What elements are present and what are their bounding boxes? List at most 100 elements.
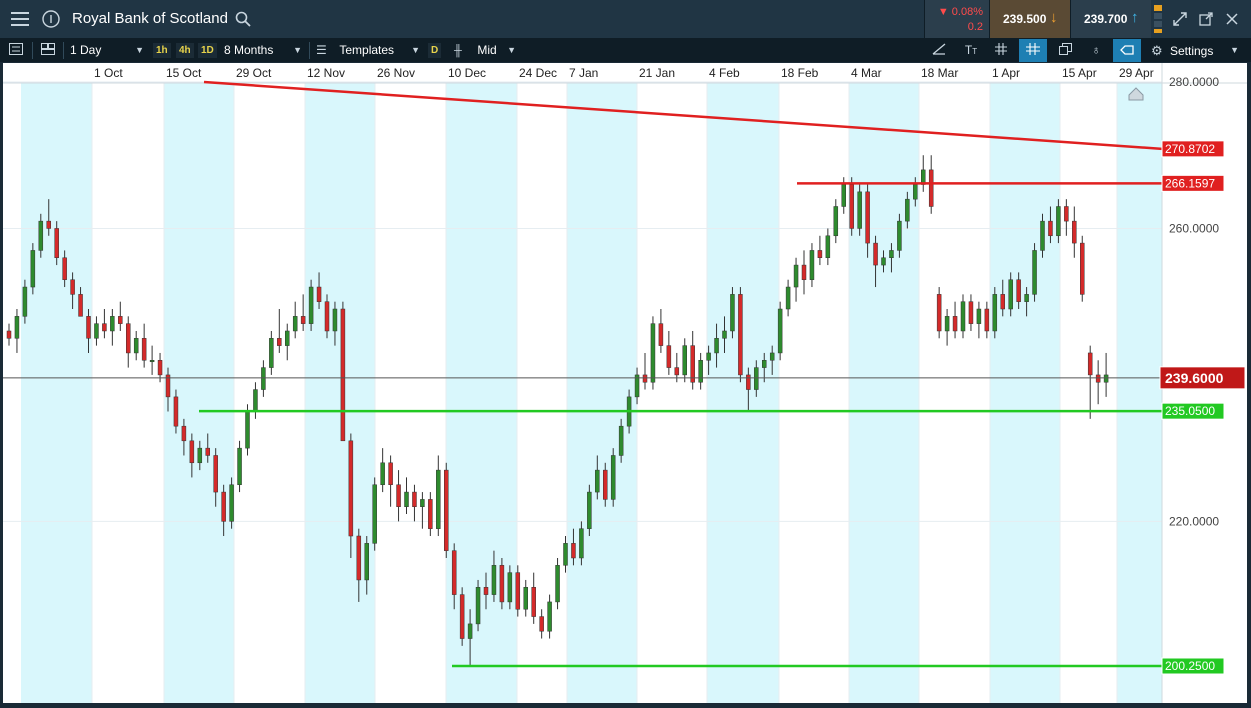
date-bands bbox=[21, 83, 1162, 703]
candle-body bbox=[905, 198, 910, 222]
range-select[interactable]: 8 Months ▼ bbox=[224, 39, 304, 62]
text-tool-icon[interactable]: TT bbox=[958, 39, 984, 62]
candle-body bbox=[777, 308, 783, 354]
candle-body bbox=[189, 440, 195, 464]
candle-body bbox=[785, 286, 791, 310]
candle-body bbox=[825, 235, 831, 258]
copy-icon[interactable] bbox=[1053, 39, 1077, 62]
candle-body bbox=[475, 587, 481, 625]
candle-body bbox=[1008, 279, 1013, 310]
candle-body bbox=[603, 469, 608, 500]
search-icon[interactable] bbox=[231, 7, 255, 31]
settings-button[interactable]: ⚙ Settings ▼ bbox=[1151, 39, 1241, 62]
candle-body bbox=[181, 425, 187, 442]
candle-body bbox=[650, 323, 656, 383]
y-tick-label: 280.0000 bbox=[1169, 75, 1219, 89]
candle-body bbox=[523, 587, 528, 610]
candle-body bbox=[285, 330, 290, 346]
date-band bbox=[567, 83, 637, 703]
chevron-down-icon: ▼ bbox=[1230, 45, 1239, 55]
list-icon[interactable] bbox=[6, 39, 26, 62]
quick-interval-1h[interactable]: 1h bbox=[153, 43, 171, 58]
candle-body bbox=[1103, 374, 1109, 383]
toolbar-divider bbox=[32, 42, 33, 59]
candle-body bbox=[141, 338, 147, 361]
candle-body bbox=[1032, 250, 1037, 295]
buy-button[interactable]: 239.700 ↑ bbox=[1070, 0, 1151, 38]
x-tick-label: 4 Mar bbox=[851, 66, 882, 80]
x-tick-label: 15 Apr bbox=[1062, 66, 1097, 80]
templates-button[interactable]: ☰ Templates ▼ bbox=[316, 39, 422, 62]
price-badge-label: 266.1597 bbox=[1165, 176, 1215, 190]
instrument-title: Royal Bank of Scotland bbox=[72, 10, 228, 27]
candle-body bbox=[698, 360, 703, 383]
candle-body bbox=[984, 308, 990, 332]
expand-icon[interactable] bbox=[1168, 7, 1192, 31]
candle-body bbox=[364, 543, 369, 581]
x-tick-label: 29 Oct bbox=[236, 66, 272, 80]
candle-body bbox=[102, 323, 107, 332]
candle-body bbox=[1040, 220, 1045, 251]
menu-icon[interactable] bbox=[8, 7, 32, 31]
candle-body bbox=[1048, 220, 1053, 237]
candle-body bbox=[674, 367, 680, 376]
candle-body bbox=[722, 330, 727, 339]
price-type-select[interactable]: ╫ Mid ▼ bbox=[454, 39, 518, 62]
candle-body bbox=[404, 491, 409, 507]
grid-icon[interactable] bbox=[990, 39, 1012, 62]
candle-body bbox=[459, 594, 465, 639]
sell-button[interactable]: 239.500 ↓ bbox=[989, 0, 1070, 38]
chart-area[interactable]: 1 Oct 15 Oct 29 Oct 12 Nov 26 Nov 10 Dec 24 De… bbox=[3, 63, 1247, 703]
candle-body bbox=[110, 316, 115, 332]
candle-body bbox=[730, 294, 735, 332]
candle-body bbox=[237, 447, 242, 486]
candle-body bbox=[340, 308, 346, 442]
toolbar-divider bbox=[309, 42, 310, 59]
candle-body bbox=[197, 447, 203, 464]
popout-icon[interactable] bbox=[1194, 7, 1218, 31]
candle-body bbox=[762, 360, 767, 368]
close-icon[interactable] bbox=[1220, 7, 1244, 31]
info-icon[interactable] bbox=[39, 7, 63, 31]
candle-body bbox=[833, 206, 839, 237]
candle-body bbox=[499, 565, 505, 603]
candle-body bbox=[292, 316, 298, 332]
price-badge-label: 270.8702 bbox=[1165, 142, 1215, 156]
candlestick-chart[interactable]: 1 Oct 15 Oct 29 Oct 12 Nov 26 Nov 10 Dec 24 De… bbox=[3, 63, 1247, 703]
candle-body bbox=[595, 469, 600, 493]
quick-interval-4h[interactable]: 4h bbox=[176, 43, 194, 58]
x-tick-label: 24 Dec bbox=[519, 66, 557, 80]
candle-body bbox=[841, 184, 846, 207]
interval-label: 1 Day bbox=[70, 43, 102, 57]
candle-body bbox=[428, 499, 433, 529]
layout-icon[interactable] bbox=[37, 39, 59, 62]
toolbar-divider bbox=[63, 42, 64, 59]
candle-body bbox=[388, 462, 393, 486]
candle-body bbox=[571, 543, 576, 559]
date-band bbox=[446, 83, 517, 703]
interval-select[interactable]: 1 Day ▼ bbox=[70, 39, 146, 62]
candle-body bbox=[889, 250, 894, 258]
candle-body bbox=[968, 301, 974, 324]
candle-body bbox=[857, 191, 862, 229]
candle-body bbox=[1016, 279, 1021, 302]
candle-body bbox=[976, 308, 982, 324]
candle-body bbox=[769, 352, 775, 361]
candle-body bbox=[14, 316, 20, 339]
candle-body bbox=[1095, 374, 1101, 383]
candle-body bbox=[1087, 352, 1093, 376]
candle-body bbox=[324, 301, 330, 332]
y-tick-label: 220.0000 bbox=[1169, 514, 1219, 528]
candle-body bbox=[380, 462, 385, 486]
candle-body bbox=[682, 345, 687, 376]
tag-icon[interactable] bbox=[1113, 39, 1141, 62]
draw-line-icon[interactable] bbox=[928, 39, 950, 62]
crosshair-grid-icon[interactable] bbox=[1019, 39, 1047, 62]
indicator-icon[interactable]: ♁ bbox=[1084, 39, 1108, 62]
candle-body bbox=[46, 220, 51, 229]
candle-body bbox=[746, 374, 751, 390]
d-badge[interactable]: D bbox=[428, 43, 442, 58]
candle-body bbox=[133, 338, 139, 354]
candle-body bbox=[547, 601, 552, 632]
quick-interval-1d[interactable]: 1D bbox=[198, 43, 217, 58]
